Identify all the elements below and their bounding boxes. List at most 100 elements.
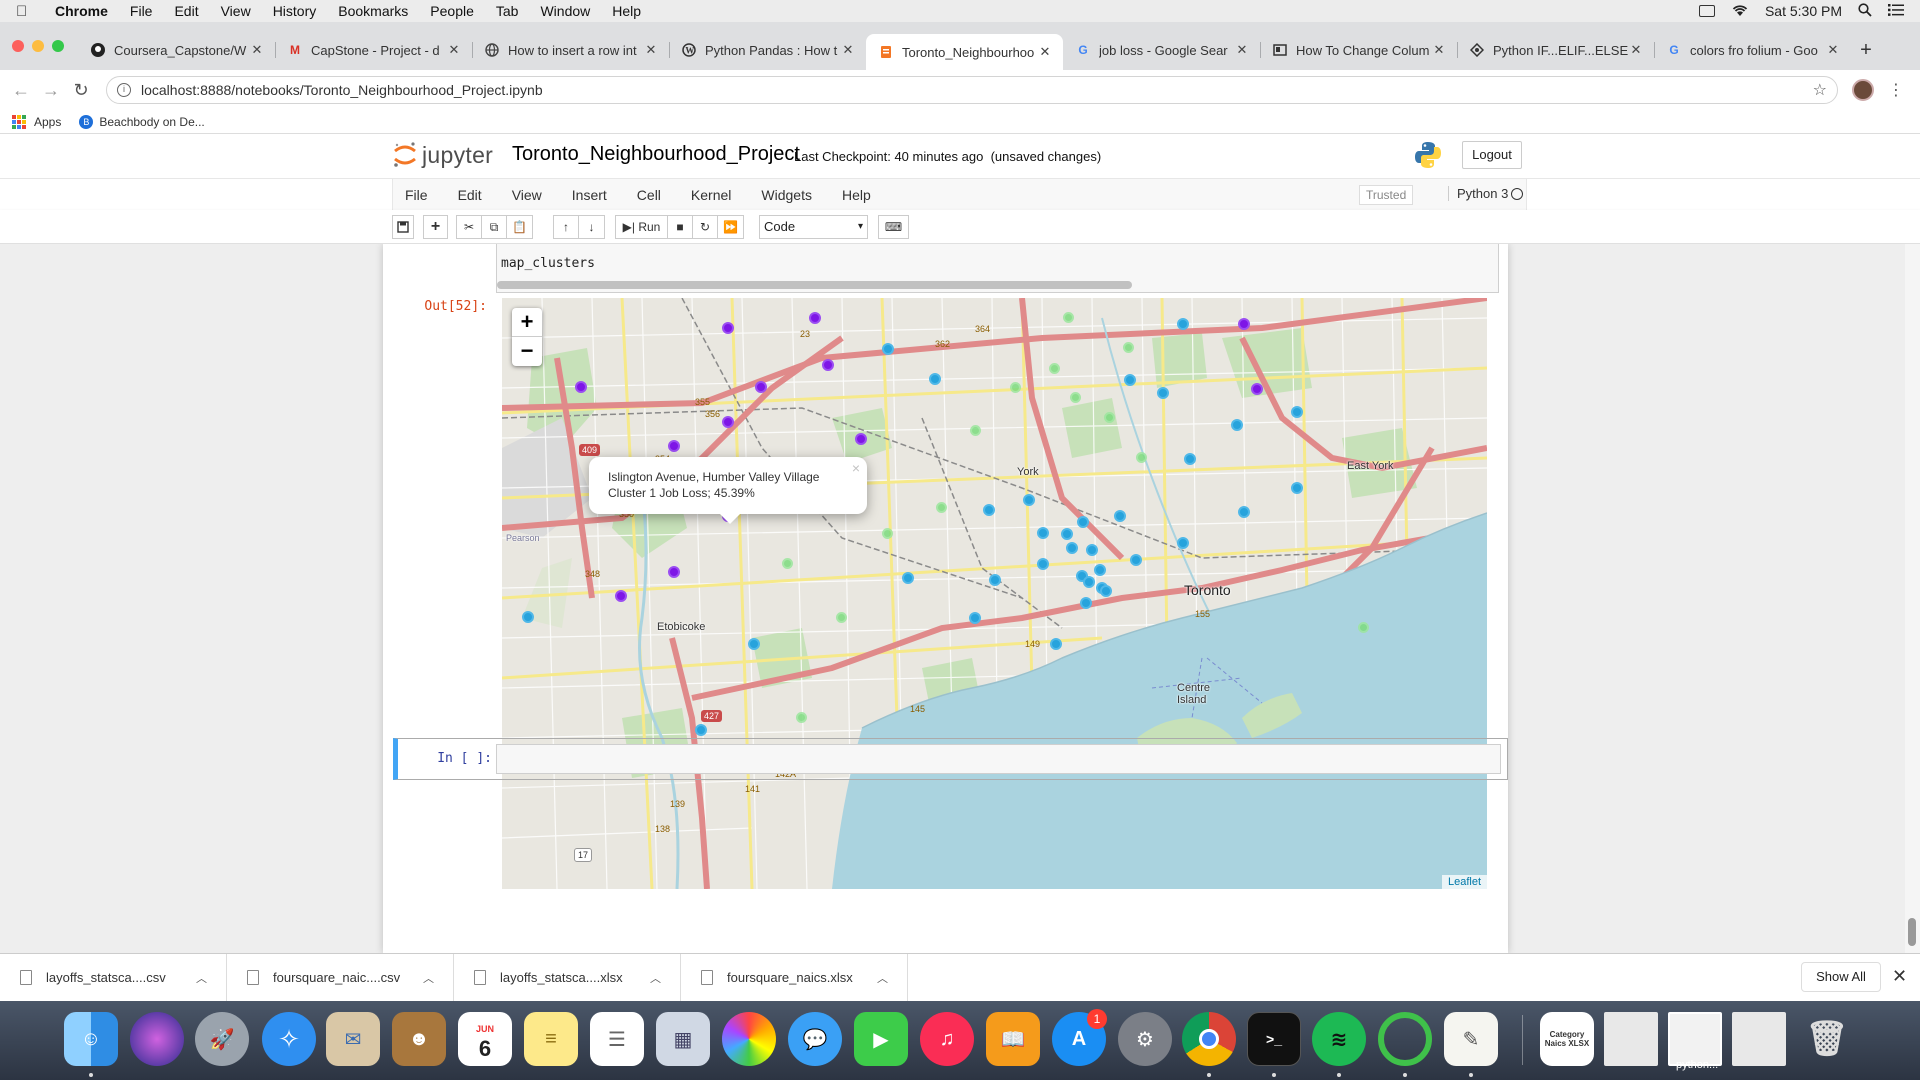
browser-tab-active[interactable]: Toronto_Neighbourhoo ✕ <box>866 34 1063 70</box>
map-marker-cluster-3[interactable] <box>1136 452 1147 463</box>
map-marker-cluster-2[interactable] <box>1100 585 1112 597</box>
browser-tab[interactable]: Python IF...ELIF...ELSE ✕ <box>1457 34 1654 66</box>
map-marker-cluster-2[interactable] <box>983 504 995 516</box>
map-marker-cluster-2[interactable] <box>1177 537 1189 549</box>
download-item[interactable]: foursquare_naic....csv ︿ <box>227 953 454 1002</box>
paste-icon[interactable]: 📋 <box>507 216 532 238</box>
menu-window[interactable]: Window <box>529 3 601 19</box>
menu-edit[interactable]: Edit <box>163 3 209 19</box>
save-icon[interactable] <box>392 215 414 239</box>
map-marker-cluster-3[interactable] <box>1010 382 1021 393</box>
reminders-icon[interactable]: ☰ <box>590 1012 644 1066</box>
leaflet-attribution-link[interactable]: Leaflet <box>1441 875 1487 889</box>
map-marker-cluster-1[interactable] <box>755 381 767 393</box>
jmenu-widgets[interactable]: Widgets <box>746 187 827 203</box>
map-marker-cluster-1[interactable] <box>668 566 680 578</box>
notebook-name[interactable]: Toronto_Neighbourhood_Project <box>512 143 800 166</box>
insert-cell-plus-icon[interactable]: + <box>423 215 448 239</box>
close-tab-icon[interactable]: ✕ <box>1825 42 1841 58</box>
run-button[interactable]: ▶︎| Run <box>616 216 668 238</box>
map-marker-cluster-2[interactable] <box>1066 542 1078 554</box>
popup-close-icon[interactable]: × <box>852 460 860 476</box>
activity-ring-icon[interactable] <box>1378 1012 1432 1066</box>
jmenu-cell[interactable]: Cell <box>622 187 676 203</box>
map-marker-cluster-1[interactable] <box>855 433 867 445</box>
map-marker-cluster-2[interactable] <box>1124 374 1136 386</box>
bookmark-beachbody[interactable]: B Beachbody on De... <box>79 114 205 129</box>
map-marker-cluster-2[interactable] <box>1114 510 1126 522</box>
map-marker-cluster-2[interactable] <box>1157 387 1169 399</box>
map-marker-cluster-1[interactable] <box>575 381 587 393</box>
trash-icon[interactable]: 🗑 <box>1800 1012 1854 1066</box>
map-marker-cluster-3[interactable] <box>836 612 847 623</box>
cut-icon[interactable]: ✂ <box>457 216 482 238</box>
browser-tab[interactable]: W Python Pandas : How t ✕ <box>669 34 866 66</box>
terminal-icon[interactable]: >_ <box>1247 1012 1301 1066</box>
chevron-up-icon[interactable]: ︿ <box>877 970 907 986</box>
map-marker-cluster-2[interactable] <box>989 574 1001 586</box>
map-marker-cluster-2[interactable] <box>1291 482 1303 494</box>
close-tab-icon[interactable]: ✕ <box>1628 42 1644 58</box>
system-preferences-gear-icon[interactable]: ⚙ <box>1118 1012 1172 1066</box>
map-marker-cluster-3[interactable] <box>970 425 981 436</box>
map-marker-cluster-2[interactable] <box>902 572 914 584</box>
map-marker-cluster-2[interactable] <box>1037 558 1049 570</box>
calendar-icon[interactable]: JUN 6 <box>458 1012 512 1066</box>
move-down-arrow-icon[interactable]: ↓ <box>579 216 604 238</box>
chrome-menu-icon[interactable]: ⋮ <box>1888 80 1904 100</box>
map-marker-cluster-2[interactable] <box>695 724 707 736</box>
map-marker-cluster-1[interactable] <box>1251 383 1263 395</box>
window-thumbnail-icon[interactable] <box>1732 1012 1786 1066</box>
browser-tab[interactable]: G colors fro folium - Goo ✕ <box>1654 34 1851 66</box>
close-window-button[interactable] <box>12 40 24 52</box>
menu-view[interactable]: View <box>210 3 262 19</box>
map-marker-cluster-2[interactable] <box>1086 544 1098 556</box>
browser-tab[interactable]: How To Change Colum ✕ <box>1260 34 1457 66</box>
trusted-indicator[interactable]: Trusted <box>1359 185 1414 205</box>
jmenu-insert[interactable]: Insert <box>557 187 622 203</box>
menu-bookmarks[interactable]: Bookmarks <box>327 3 419 19</box>
menu-file[interactable]: File <box>119 3 164 19</box>
scrollbar-thumb[interactable] <box>1908 918 1916 946</box>
jupyter-logo[interactable]: jupyter <box>392 140 493 170</box>
code-cell-input[interactable]: map_clusters <box>496 244 1499 293</box>
browser-tab[interactable]: M CapStone - Project - d ✕ <box>275 34 472 66</box>
map-marker-cluster-3[interactable] <box>1123 342 1134 353</box>
messages-bubble-icon[interactable]: 💬 <box>788 1012 842 1066</box>
chevron-up-icon[interactable]: ︿ <box>650 970 680 986</box>
logout-button[interactable]: Logout <box>1462 141 1522 169</box>
info-icon[interactable]: i <box>117 83 131 97</box>
map-marker-cluster-2[interactable] <box>929 373 941 385</box>
xlsx-file-icon[interactable]: Category Naics XLSX <box>1540 1012 1594 1066</box>
bookmark-star-icon[interactable]: ☆ <box>1813 80 1827 100</box>
vertical-scrollbar[interactable] <box>1905 244 1920 953</box>
map-marker-cluster-2[interactable] <box>1231 419 1243 431</box>
map-marker-cluster-3[interactable] <box>1358 622 1369 633</box>
notification-center-icon[interactable] <box>1888 3 1904 19</box>
launchpad-rocket-icon[interactable]: 🚀 <box>195 1012 249 1066</box>
download-item[interactable]: layoffs_statsca....xlsx ︿ <box>454 953 681 1002</box>
jmenu-file[interactable]: File <box>393 187 443 203</box>
browser-tab[interactable]: How to insert a row int ✕ <box>472 34 669 66</box>
safari-compass-icon[interactable]: ✧ <box>262 1012 316 1066</box>
textedit-icon[interactable]: ✎ <box>1444 1012 1498 1066</box>
map-marker-cluster-2[interactable] <box>1080 597 1092 609</box>
download-item[interactable]: foursquare_naics.xlsx ︿ <box>681 953 908 1002</box>
map-marker-cluster-3[interactable] <box>1063 312 1074 323</box>
back-arrow-icon[interactable]: ← <box>6 80 36 101</box>
browser-tab[interactable]: Coursera_Capstone/W ✕ <box>78 34 275 66</box>
zoom-out-button[interactable]: − <box>512 337 542 366</box>
close-tab-icon[interactable]: ✕ <box>1037 44 1053 60</box>
map-marker-cluster-2[interactable] <box>882 343 894 355</box>
minimize-window-button[interactable] <box>32 40 44 52</box>
restart-icon[interactable]: ↻ <box>693 216 718 238</box>
close-tab-icon[interactable]: ✕ <box>840 42 856 58</box>
menu-help[interactable]: Help <box>601 3 652 19</box>
forward-arrow-icon[interactable]: → <box>36 80 66 101</box>
chrome-icon[interactable] <box>1182 1012 1236 1066</box>
move-up-arrow-icon[interactable]: ↑ <box>554 216 579 238</box>
map-marker-cluster-3[interactable] <box>782 558 793 569</box>
mail-stamp-icon[interactable]: ✉ <box>326 1012 380 1066</box>
map-marker-cluster-2[interactable] <box>1184 453 1196 465</box>
screenshot-thumbnail-icon[interactable] <box>1604 1012 1658 1066</box>
